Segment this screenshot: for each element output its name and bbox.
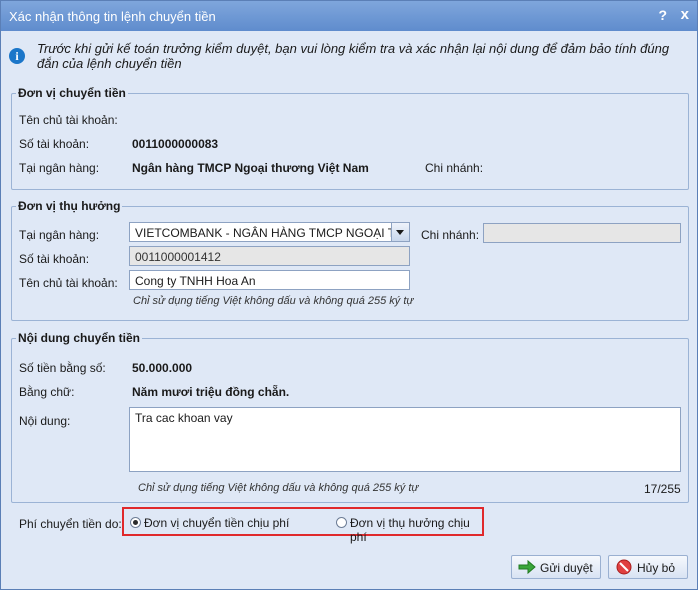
fee-beneficiary-radio[interactable] [336, 517, 347, 528]
fee-sender-label[interactable]: Đơn vị chuyển tiền chịu phí [144, 516, 289, 530]
beneficiary-branch-label: Chi nhánh: [421, 228, 480, 242]
close-button[interactable]: x [681, 6, 689, 23]
beneficiary-account-number-label: Số tài khoản: [19, 252, 90, 266]
sender-account-number-label: Số tài khoản: [19, 137, 90, 151]
transfer-legend: Nội dung chuyển tiền [18, 331, 140, 345]
dialog-titlebar: Xác nhận thông tin lệnh chuyển tiền ? x [1, 1, 697, 31]
sender-branch-label: Chi nhánh: [425, 161, 484, 175]
fee-radio-group: Đơn vị chuyển tiền chịu phí Đơn vị thụ h… [122, 507, 484, 544]
beneficiary-holder-hint: Chỉ sử dụng tiếng Việt không dấu và khôn… [133, 295, 414, 307]
chevron-down-icon[interactable] [391, 223, 409, 241]
cancel-button[interactable]: Hủy bỏ [608, 555, 688, 579]
beneficiary-account-holder-label: Tên chủ tài khoản: [19, 276, 118, 290]
amount-value: 50.000.000 [132, 361, 193, 375]
submit-button[interactable]: Gửi duyệt [511, 555, 601, 579]
sender-bank-value: Ngân hàng TMCP Ngoại thương Việt Nam [132, 161, 369, 175]
content-textarea[interactable]: Tra cac khoan vay [129, 407, 681, 472]
fee-label: Phí chuyển tiền do: [19, 517, 122, 531]
beneficiary-account-number-field: 0011000001412 [129, 246, 410, 266]
sender-account-number-value: 0011000000083 [132, 137, 219, 151]
green-arrow-icon [518, 559, 536, 575]
amount-words-label: Bằng chữ: [19, 385, 75, 399]
sender-bank-label: Tại ngân hàng: [19, 161, 100, 175]
red-cancel-icon [616, 559, 632, 575]
dialog-title: Xác nhận thông tin lệnh chuyển tiền [9, 9, 216, 24]
beneficiary-bank-label: Tại ngân hàng: [19, 228, 100, 242]
sender-account-holder-label: Tên chủ tài khoản: [19, 113, 118, 127]
char-count: 17/255 [644, 482, 681, 496]
notice-text: Trước khi gửi kế toán trưởng kiểm duyệt,… [37, 41, 670, 71]
beneficiary-bank-select[interactable]: VIETCOMBANK - NGÂN HÀNG TMCP NGOẠI T [129, 222, 410, 242]
amount-words-value: Năm mươi triệu đồng chẵn. [132, 385, 290, 399]
beneficiary-bank-selected: VIETCOMBANK - NGÂN HÀNG TMCP NGOẠI T [135, 226, 396, 240]
info-icon: i [9, 48, 25, 64]
beneficiary-account-holder-input[interactable]: Cong ty TNHH Hoa An [129, 270, 410, 290]
fee-sender-radio[interactable] [130, 517, 141, 528]
transfer-confirm-dialog: Xác nhận thông tin lệnh chuyển tiền ? x … [0, 0, 698, 590]
cancel-label: Hủy bỏ [637, 561, 676, 575]
submit-label: Gửi duyệt [540, 561, 593, 575]
content-label: Nội dung: [19, 414, 71, 428]
fee-beneficiary-label[interactable]: Đơn vị thụ hưởng chịu phí [350, 516, 482, 544]
beneficiary-legend: Đơn vị thụ hưởng [18, 199, 121, 213]
sender-legend: Đơn vị chuyển tiền [18, 86, 126, 100]
amount-label: Số tiền bằng số: [19, 361, 106, 375]
help-button[interactable]: ? [658, 7, 667, 23]
content-hint: Chỉ sử dụng tiếng Việt không dấu và khôn… [138, 482, 419, 494]
beneficiary-branch-field [483, 223, 681, 243]
